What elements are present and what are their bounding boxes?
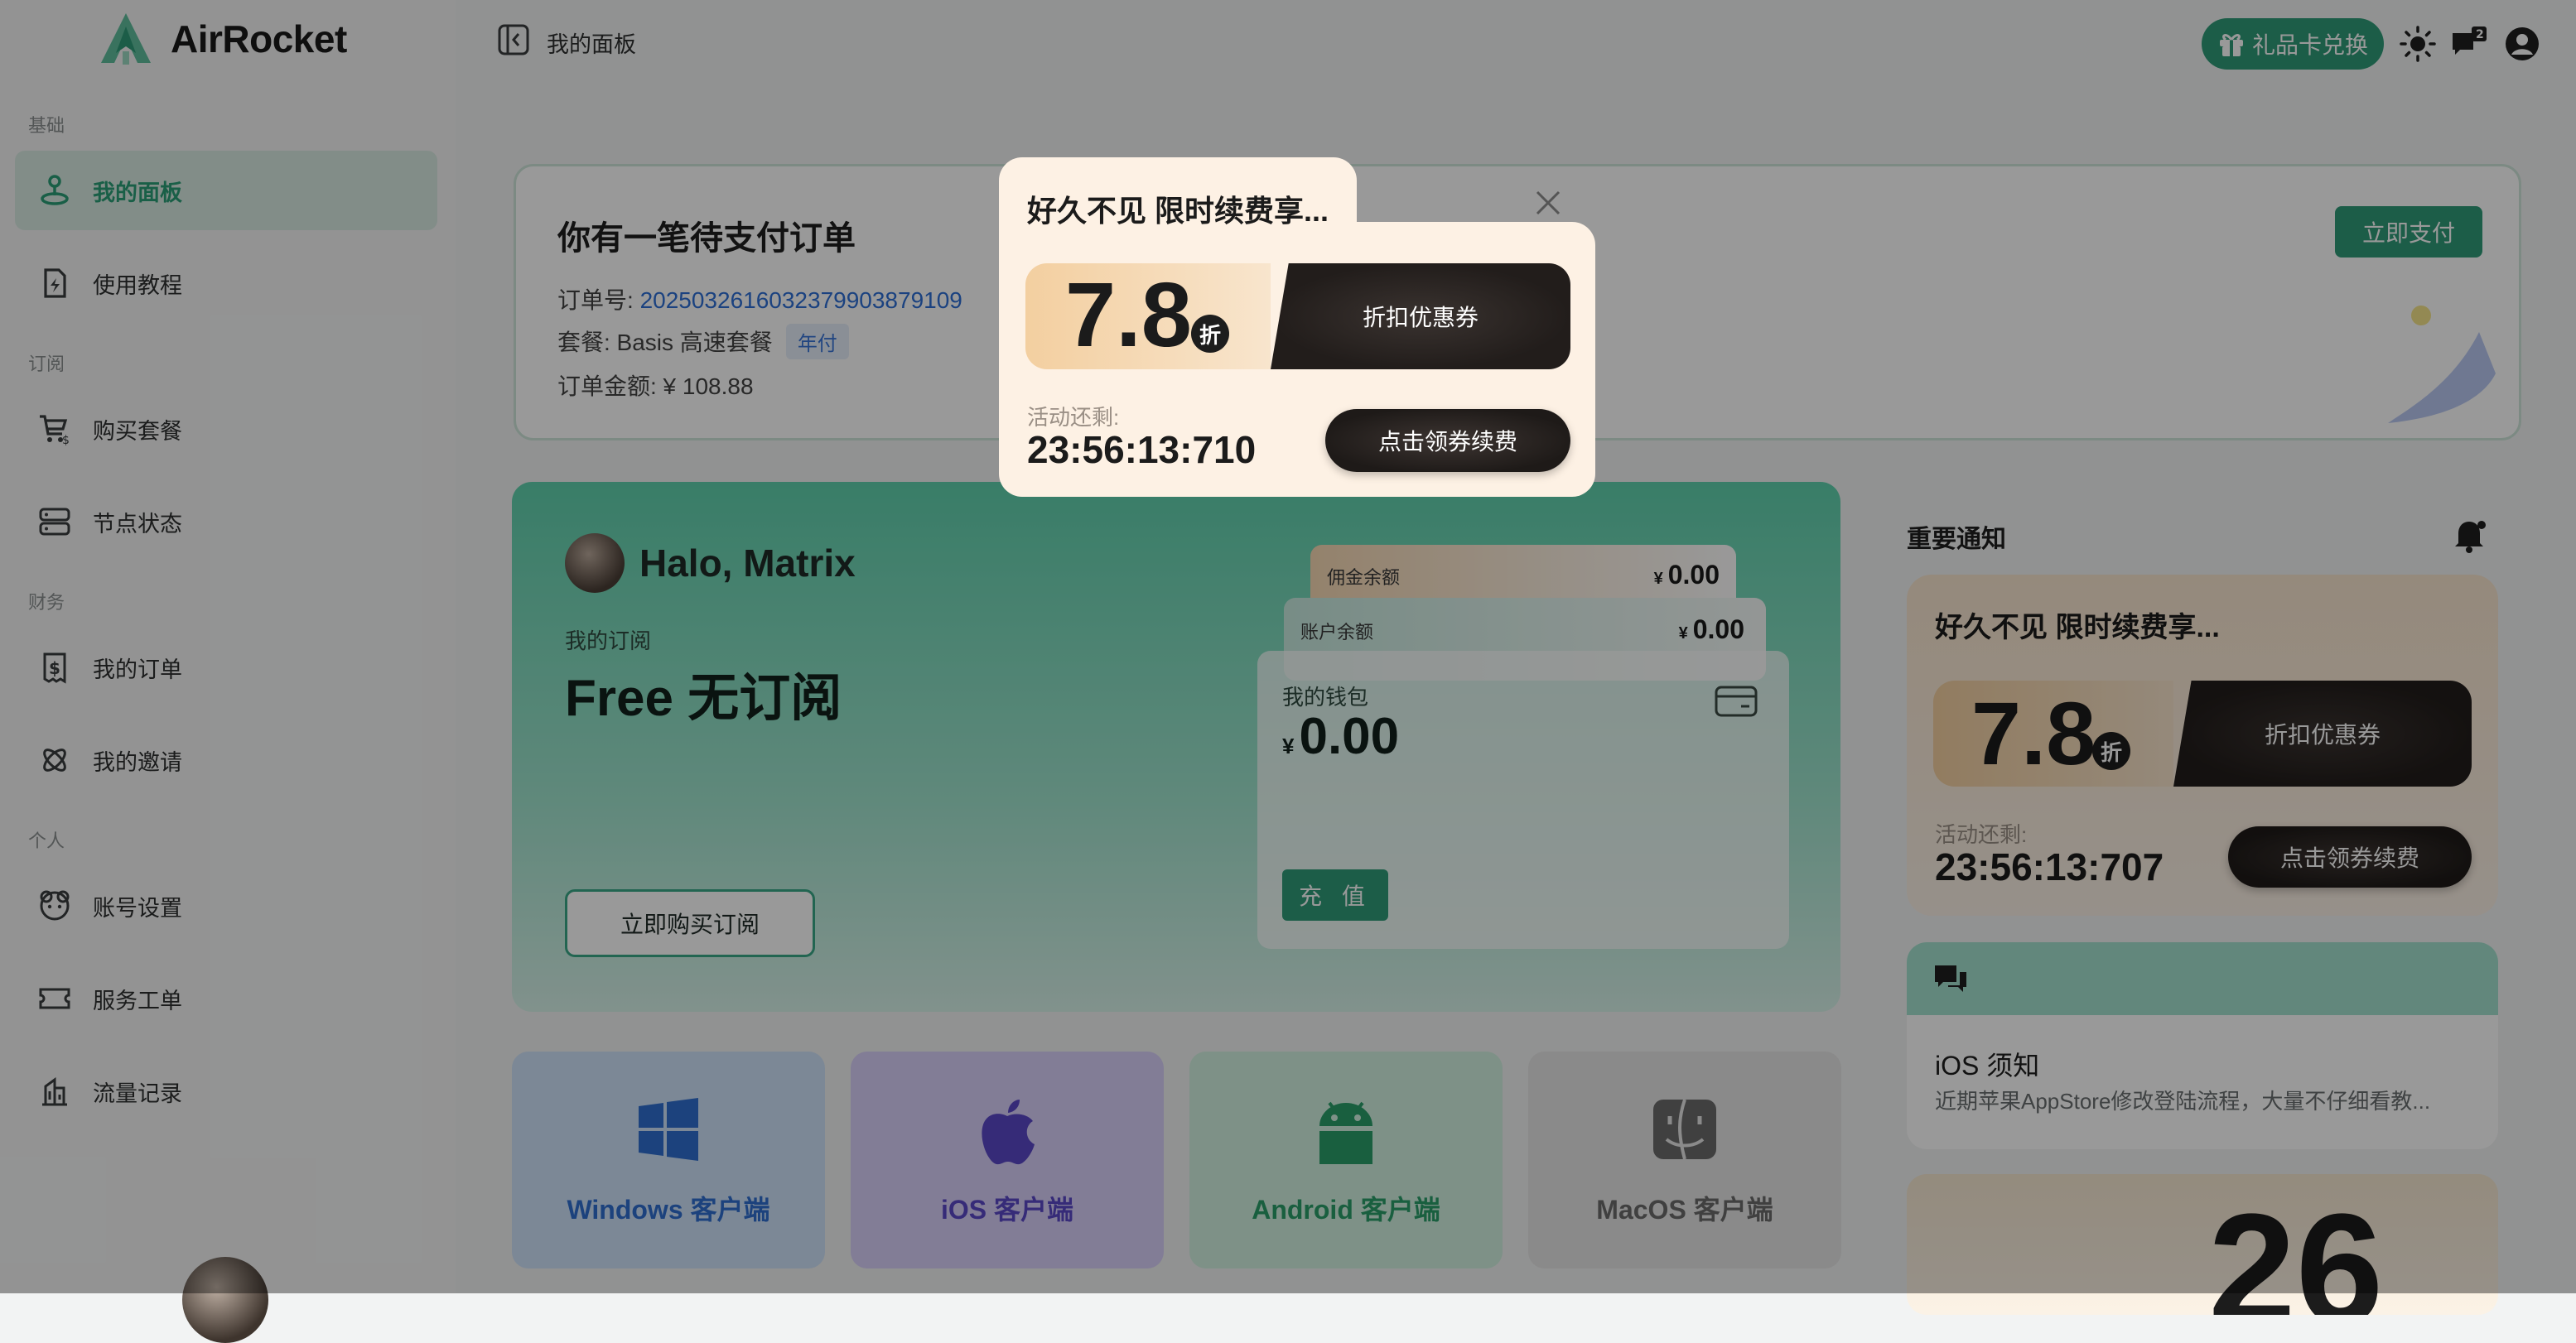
discount-unit: 折 <box>1191 315 1229 353</box>
discount-value: 7.8 <box>1065 264 1192 366</box>
modal-countdown-timer: 23:56:13:710 <box>1027 428 1257 471</box>
coupon-discount: 7.8 折 <box>1025 263 1271 369</box>
modal-discount-coupon: 7.8 折 折扣优惠券 <box>1025 263 1570 369</box>
coupon-type-label: 折扣优惠券 <box>1271 263 1570 369</box>
close-icon[interactable] <box>1534 189 1562 217</box>
modal-title: 好久不见 限时续费享... <box>1027 194 1329 228</box>
modal-claim-coupon-button[interactable]: 点击领券续费 <box>1325 409 1570 472</box>
